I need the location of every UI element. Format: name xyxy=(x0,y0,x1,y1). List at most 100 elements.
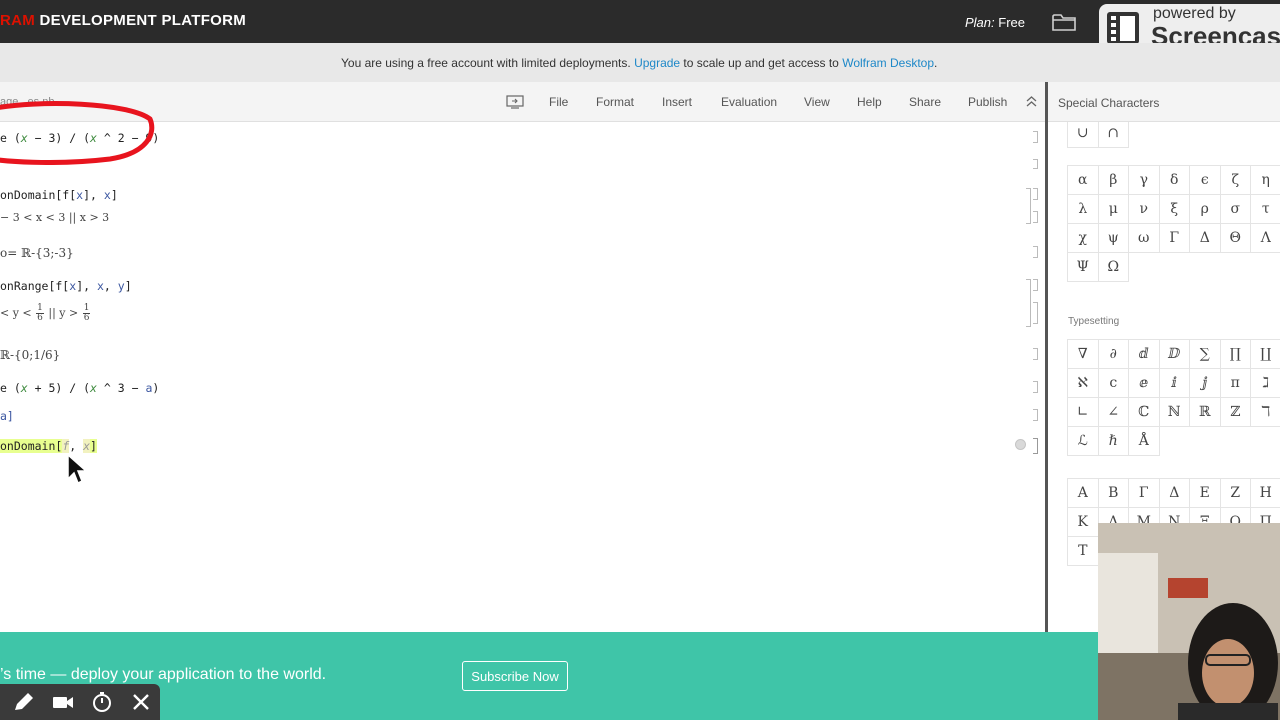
special-character-button[interactable]: ∂ xyxy=(1097,339,1129,369)
special-character-button[interactable]: ∑ xyxy=(1189,339,1221,369)
special-character-button[interactable]: δ xyxy=(1158,165,1190,195)
special-character-button[interactable]: ξ xyxy=(1158,194,1190,224)
special-character-button[interactable]: A xyxy=(1067,478,1099,508)
app-brand[interactable]: RAM DEVELOPMENT PLATFORM xyxy=(0,12,246,29)
text-cell-range-note[interactable]: ℝ-{0;1/6} xyxy=(0,348,60,362)
special-character-button[interactable]: ⅉ xyxy=(1189,368,1221,398)
upgrade-link[interactable]: Upgrade xyxy=(634,56,680,70)
special-character-button[interactable]: ζ xyxy=(1219,165,1251,195)
special-character-button[interactable]: ⅅ xyxy=(1158,339,1190,369)
special-character-button[interactable]: ∩ xyxy=(1097,122,1129,148)
cell-bracket[interactable] xyxy=(1033,348,1038,360)
special-character-button[interactable]: Θ xyxy=(1219,223,1251,253)
special-character-button[interactable]: ⅽ xyxy=(1097,368,1129,398)
input-cell-function-range[interactable]: onRange[f[x], x, y] xyxy=(0,279,132,293)
special-character-button[interactable]: γ xyxy=(1128,165,1160,195)
cell-bracket[interactable] xyxy=(1033,381,1038,393)
special-character-button[interactable]: ∟ xyxy=(1067,397,1099,427)
special-character-button[interactable]: ρ xyxy=(1189,194,1221,224)
menu-share[interactable]: Share xyxy=(909,95,941,109)
special-character-button[interactable]: Z xyxy=(1219,478,1251,508)
special-character-button[interactable]: η xyxy=(1250,165,1280,195)
special-character-button[interactable]: K xyxy=(1067,507,1099,537)
special-character-button[interactable]: Å xyxy=(1128,426,1160,456)
cell-bracket-active[interactable] xyxy=(1033,438,1038,454)
special-character-button[interactable]: B xyxy=(1097,478,1129,508)
special-character-button[interactable]: τ xyxy=(1250,194,1280,224)
special-character-button[interactable]: ω xyxy=(1128,223,1160,253)
cell-bracket[interactable] xyxy=(1033,302,1038,324)
input-cell-function-domain[interactable]: onDomain[f[x], x] xyxy=(0,188,118,202)
special-character-button[interactable]: ℏ xyxy=(1097,426,1129,456)
folder-icon[interactable] xyxy=(1052,13,1076,31)
chevron-up-icon[interactable] xyxy=(1025,95,1038,108)
menu-file[interactable]: File xyxy=(549,95,568,109)
special-character-button[interactable]: ℸ xyxy=(1250,397,1280,427)
special-character-button[interactable]: ℕ xyxy=(1158,397,1190,427)
special-character-button[interactable]: Δ xyxy=(1189,223,1221,253)
special-character-button[interactable]: Ω xyxy=(1097,252,1129,282)
timer-icon[interactable] xyxy=(90,691,114,713)
special-character-button[interactable]: ℂ xyxy=(1128,397,1160,427)
special-character-button[interactable]: ℵ xyxy=(1067,368,1099,398)
special-character-button[interactable]: ℒ xyxy=(1067,426,1099,456)
plan-indicator[interactable]: Plan: Free xyxy=(965,15,1025,30)
subscribe-now-button[interactable]: Subscribe Now xyxy=(462,661,568,691)
menu-view[interactable]: View xyxy=(804,95,830,109)
special-character-button[interactable]: ⅇ xyxy=(1128,368,1160,398)
special-character-button[interactable]: ℷ xyxy=(1250,368,1280,398)
special-character-button[interactable]: H xyxy=(1250,478,1280,508)
special-character-button[interactable]: ∏ xyxy=(1219,339,1251,369)
input-cell-active-domain[interactable]: onDomain[f, x] xyxy=(0,439,97,453)
text-cell-domain-note[interactable]: o= ℝ-{3;-3} xyxy=(0,246,74,260)
pencil-icon[interactable] xyxy=(12,691,36,713)
input-cell-define-g[interactable]: e (x + 5) / (x ^ 3 − a) xyxy=(0,381,159,395)
special-character-button[interactable]: χ xyxy=(1067,223,1099,253)
menu-publish[interactable]: Publish xyxy=(968,95,1007,109)
special-character-button[interactable]: ⅆ xyxy=(1128,339,1160,369)
menu-evaluation[interactable]: Evaluation xyxy=(721,95,777,109)
special-character-button[interactable]: ψ xyxy=(1097,223,1129,253)
close-icon[interactable] xyxy=(129,691,153,713)
menu-format[interactable]: Format xyxy=(596,95,634,109)
cell-bracket[interactable] xyxy=(1033,131,1038,143)
cell-bracket[interactable] xyxy=(1033,188,1038,200)
special-character-button[interactable]: T xyxy=(1067,536,1099,566)
cell-bracket[interactable] xyxy=(1033,279,1038,291)
special-character-button[interactable]: ∇ xyxy=(1067,339,1099,369)
special-character-button[interactable]: β xyxy=(1097,165,1129,195)
special-character-button[interactable]: ℤ xyxy=(1219,397,1251,427)
special-character-button[interactable]: Ψ xyxy=(1067,252,1099,282)
argument-placeholder[interactable]: x xyxy=(83,439,91,453)
cell-options-icon[interactable] xyxy=(1015,439,1026,450)
cell-bracket[interactable] xyxy=(1033,246,1038,258)
special-character-button[interactable]: α xyxy=(1067,165,1099,195)
special-character-button[interactable]: ∐ xyxy=(1250,339,1280,369)
special-character-button[interactable]: ⅈ xyxy=(1158,368,1190,398)
special-character-button[interactable]: ℝ xyxy=(1189,397,1221,427)
special-character-button[interactable]: Δ xyxy=(1158,478,1190,508)
special-character-button[interactable]: ϵ xyxy=(1189,165,1221,195)
special-character-button[interactable]: ∠ xyxy=(1097,397,1129,427)
cell-bracket[interactable] xyxy=(1033,159,1038,169)
camera-icon[interactable] xyxy=(51,691,75,713)
special-character-button[interactable]: ν xyxy=(1128,194,1160,224)
special-character-button[interactable]: Γ xyxy=(1158,223,1190,253)
special-character-button[interactable]: π xyxy=(1219,368,1251,398)
special-character-button[interactable]: E xyxy=(1189,478,1221,508)
wolfram-desktop-link[interactable]: Wolfram Desktop xyxy=(842,56,934,70)
notebook-area[interactable]: e (x − 3) / (x ^ 2 − 9) onDomain[f[x], x… xyxy=(0,122,1045,632)
presenter-icon[interactable] xyxy=(506,95,524,109)
special-character-button[interactable]: μ xyxy=(1097,194,1129,224)
special-character-button[interactable]: ∪ xyxy=(1067,122,1099,148)
special-character-button[interactable]: λ xyxy=(1067,194,1099,224)
cell-group-bracket[interactable] xyxy=(1026,279,1031,327)
menu-insert[interactable]: Insert xyxy=(662,95,692,109)
input-cell-partial[interactable]: a] xyxy=(0,409,14,423)
cell-bracket[interactable] xyxy=(1033,409,1038,421)
special-character-button[interactable]: Λ xyxy=(1250,223,1280,253)
cell-group-bracket[interactable] xyxy=(1026,188,1031,224)
menu-help[interactable]: Help xyxy=(857,95,882,109)
special-character-button[interactable]: Γ xyxy=(1128,478,1160,508)
cell-bracket[interactable] xyxy=(1033,211,1038,223)
